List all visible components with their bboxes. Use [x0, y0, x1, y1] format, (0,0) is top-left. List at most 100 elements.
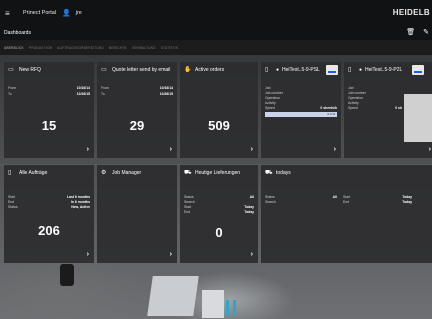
document-icon: ▯ — [8, 170, 12, 176]
tile-row: Job — [265, 86, 337, 90]
chevron-right-icon[interactable]: › — [170, 251, 172, 258]
tile-job-manager[interactable]: ⚙ Job Manager › — [97, 165, 177, 263]
inbox-icon: ▭ — [8, 67, 14, 73]
tab-reports[interactable]: BERICHTE — [109, 46, 127, 50]
tile-row: Search — [184, 200, 254, 204]
row-label: To — [101, 92, 105, 96]
tab-admin[interactable]: VERWALTUNG — [132, 46, 156, 50]
row-label: Status — [184, 195, 194, 199]
tile-title: Job Manager — [112, 169, 142, 176]
tile-title: Heutige Lieferungen — [195, 169, 241, 176]
tile-count: 206 — [38, 223, 60, 238]
tile-header: ⛟ Heutige Lieferungen — [180, 165, 258, 180]
row-label: Start — [184, 205, 192, 209]
tile-active-orders[interactable]: ✋ Active orders 509 › — [180, 62, 258, 158]
tile-header: ✋ Active orders — [180, 62, 258, 77]
background-person — [60, 264, 74, 286]
portal-title: Prinect Portal — [23, 10, 57, 16]
tile-header: ⚙ Job Manager — [97, 165, 177, 180]
chevron-right-icon[interactable]: › — [429, 146, 431, 153]
tile-header: ▭ New RFQ — [4, 62, 94, 77]
tile-heutige-lieferungen[interactable]: ⛟ Heutige Lieferungen Status All Search S… — [180, 165, 258, 263]
tile-title: New RFQ — [19, 66, 41, 73]
top-bar: ≡ Prinect Portal 👤 jre HEIDELB — [0, 0, 432, 26]
chevron-right-icon[interactable]: › — [87, 251, 89, 258]
chevron-right-icon[interactable]: › — [334, 146, 336, 153]
row-value: New, Active — [71, 205, 90, 209]
tile-row: End Today — [343, 200, 412, 204]
row-value: 10/16/15 — [76, 92, 90, 96]
tab-overview[interactable]: ÜBERBLICK — [4, 46, 24, 50]
gear-icon: ⚙ — [101, 170, 107, 176]
tile-title: HeiTest..5-9-P2L — [365, 66, 403, 73]
tile-quote-letter[interactable]: ▭ Quote letter send by email From 10/16/… — [97, 62, 177, 158]
row-label: Start — [8, 195, 16, 199]
truck-icon: ⛟ — [265, 169, 273, 176]
tile-alle-auftraege[interactable]: ▯ Alle Aufträge Start Last 6 months End In… — [4, 165, 94, 263]
row-label: Status — [265, 195, 275, 199]
user-name[interactable]: jre — [76, 10, 82, 16]
tile-title: todays — [276, 169, 291, 176]
tile-row: End Today — [184, 210, 254, 214]
tile-row: Start Last 6 months — [8, 195, 90, 199]
heidelberg-logo: HEIDELB — [392, 8, 430, 17]
tile-row: Speed 0 sh — [348, 106, 402, 110]
tile-todays[interactable]: ⛟ todays Status All Search Start Today End… — [261, 165, 432, 263]
tile-row: Status All — [265, 195, 337, 199]
tile-new-rfq[interactable]: ▭ New RFQ From 10/16/14 To 10/16/15 15 › — [4, 62, 94, 158]
tile-row: Start Today — [184, 205, 254, 209]
tile-row: Job — [348, 86, 428, 90]
row-value: 10/16/14 — [159, 86, 173, 90]
user-icon[interactable]: 👤 — [62, 9, 71, 17]
tile-row: To 10/26/15 — [101, 92, 173, 96]
tile-row: Operation — [265, 96, 337, 100]
row-value: 10/16/14 — [76, 86, 90, 90]
chevron-right-icon[interactable]: › — [87, 146, 89, 153]
progress-bar: 0.0 % — [265, 112, 337, 117]
tile-header: ▭ Quote letter send by email — [97, 62, 177, 77]
row-label: Speed — [348, 106, 358, 110]
machine-badge-icon — [326, 65, 338, 75]
tab-statistics[interactable]: STATISTIK — [161, 46, 178, 50]
chevron-right-icon[interactable]: › — [251, 146, 253, 153]
row-label: End — [184, 210, 191, 214]
row-value: Today — [244, 210, 254, 214]
tile-row: Status All — [184, 195, 254, 199]
chevron-right-icon[interactable]: › — [170, 146, 172, 153]
menu-icon[interactable]: ≡ — [5, 9, 17, 18]
tab-preparation[interactable]: AUFTRAGSVORBEREITUNG — [57, 46, 104, 50]
tile-row: To 10/16/15 — [8, 92, 90, 96]
tile-row: Search — [265, 200, 337, 204]
trash-icon[interactable]: 🗑 — [406, 28, 415, 36]
tab-production[interactable]: PRODUKTION — [29, 46, 52, 50]
row-label: End — [8, 200, 15, 204]
row-value: Today — [244, 205, 254, 209]
row-label: Search — [184, 200, 195, 204]
row-label: Speed — [265, 106, 275, 110]
machine-icon: ▯ — [265, 67, 269, 73]
row-value: 0 sh — [395, 106, 402, 110]
tile-row: End In 6 months — [8, 200, 90, 204]
tile-title: Quote letter send by email — [112, 66, 171, 73]
tile-header: ⛟ todays — [261, 165, 432, 180]
dashboard-header: Dashboards 🗑 ✎ — [0, 26, 432, 40]
tile-count: 0 — [215, 225, 223, 240]
tile-row: Start Today — [343, 195, 412, 199]
background-logo — [226, 300, 236, 316]
background-box — [147, 276, 199, 316]
chevron-right-icon[interactable]: › — [251, 251, 253, 258]
tile-heitest-1[interactable]: ▯ ● HeiTest..5-9-PSL Job Job number Oper… — [261, 62, 341, 158]
tile-row: Job number — [265, 91, 337, 95]
edit-icon[interactable]: ✎ — [423, 28, 429, 36]
tile-row: From 10/16/14 — [8, 86, 90, 90]
row-label: Activity — [265, 101, 276, 105]
row-value: 10/26/15 — [159, 92, 173, 96]
overlay-panel — [404, 94, 432, 142]
row-label: From — [8, 86, 16, 90]
tile-row: Activity — [265, 101, 337, 105]
tile-header: ▯ Alle Aufträge — [4, 165, 94, 180]
row-label: Start — [343, 195, 351, 199]
row-label: Status — [8, 205, 18, 209]
row-label: Job — [348, 86, 354, 90]
row-label: To — [8, 92, 12, 96]
